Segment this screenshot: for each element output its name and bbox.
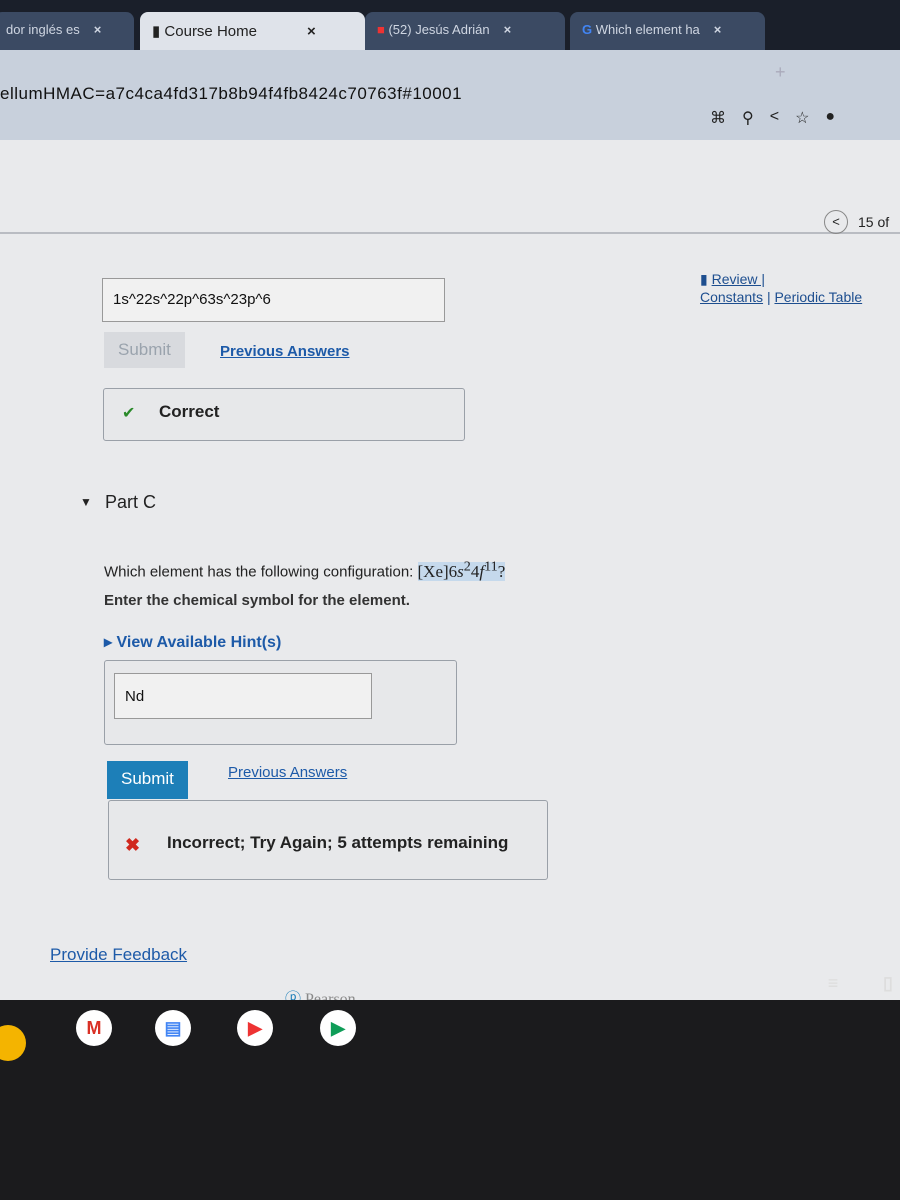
separator: |: [766, 289, 771, 305]
electron-configuration: [Xe]6s24f11?: [417, 558, 506, 581]
constants-link[interactable]: Constants: [700, 289, 763, 305]
close-icon[interactable]: ×: [307, 23, 316, 40]
zoom-out-icon[interactable]: ⚲: [742, 108, 754, 128]
config-e2: 11: [484, 558, 498, 574]
provide-feedback-link[interactable]: Provide Feedback: [50, 945, 187, 965]
star-icon[interactable]: ☆: [795, 108, 809, 128]
tab-label: Course Home: [164, 23, 257, 40]
url-text[interactable]: ellumHMAC=a7c4ca4fd317b8b94f4fb8424c7076…: [0, 84, 462, 104]
x-icon: ✖: [125, 835, 141, 855]
caret-right-icon: ▸: [104, 634, 117, 651]
part-b-feedback-box: ✔ Correct: [103, 388, 465, 441]
close-icon[interactable]: ×: [714, 22, 722, 37]
taskbar: [0, 1000, 900, 1200]
google-icon: G: [582, 22, 596, 37]
hint-label: View Available Hint(s): [116, 634, 282, 651]
config-e1: 2: [463, 558, 471, 574]
part-c-answer-input[interactable]: Nd: [114, 673, 372, 719]
question-text: Which element has the following configur…: [104, 558, 506, 582]
part-c-previous-answers-link[interactable]: Previous Answers: [228, 764, 347, 781]
close-icon[interactable]: ×: [504, 22, 512, 37]
config-s: s: [457, 561, 464, 581]
instruction-text: Enter the chemical symbol for the elemen…: [104, 592, 410, 609]
tab-label: Which element ha: [595, 22, 700, 37]
book-icon: ▮: [700, 271, 712, 287]
config-core: [Xe]: [417, 561, 449, 581]
youtube-app-icon[interactable]: ▶: [237, 1010, 273, 1046]
tab-bar: dor inglés es × ▮ Course Home × ■ (52) Jes…: [0, 0, 900, 50]
tab-dor-ingles[interactable]: dor inglés es ×: [0, 12, 134, 50]
counter-text: 15 of: [858, 214, 890, 230]
book-icon: ▮: [152, 23, 165, 40]
docs-icon[interactable]: ▤: [155, 1010, 191, 1046]
review-link[interactable]: Review |: [712, 271, 765, 287]
extension-icon[interactable]: ●: [825, 108, 835, 128]
part-c-title: Part C: [105, 492, 157, 512]
tab-label: (52) Jesús Adrián: [388, 22, 490, 37]
youtube-icon: ■: [377, 22, 389, 37]
new-tab-button[interactable]: +: [775, 62, 786, 83]
part-c-feedback-box: ✖ Incorrect; Try Again; 5 attempts remai…: [108, 800, 548, 880]
tab-label: dor inglés es: [6, 22, 80, 37]
ime-icon[interactable]: ≡: [815, 965, 851, 1001]
correct-text: Correct: [159, 402, 220, 421]
tab-google[interactable]: G Which element ha ×: [570, 12, 765, 50]
tab-youtube[interactable]: ■ (52) Jesús Adrián ×: [365, 12, 565, 50]
hint-toggle[interactable]: ▸ View Available Hint(s): [104, 632, 281, 652]
checkmark-icon: ✔: [122, 405, 136, 422]
play-store-icon[interactable]: ▶: [320, 1010, 356, 1046]
question-prefix: Which element has the following configur…: [104, 563, 414, 581]
collapse-part-c-icon[interactable]: ▼: [80, 495, 92, 509]
share-icon[interactable]: <: [770, 108, 779, 128]
gmail-icon[interactable]: M: [76, 1010, 112, 1046]
incorrect-text: Incorrect; Try Again; 5 attempts remaini…: [167, 833, 509, 852]
previous-item-button[interactable]: <: [824, 210, 848, 234]
battery-icon[interactable]: ▯: [870, 965, 900, 1001]
divider: [0, 232, 900, 234]
item-counter: <15 of: [824, 210, 889, 234]
config-n1: 6: [448, 561, 458, 581]
question-mark: ?: [497, 561, 506, 581]
resource-links: ▮ Review | Constants | Periodic Table: [700, 270, 862, 306]
part-b-previous-answers-link[interactable]: Previous Answers: [220, 343, 350, 360]
toolbar-icons: ⌘ ⚲ < ☆ ●: [710, 108, 835, 128]
periodic-table-link[interactable]: Periodic Table: [774, 289, 862, 305]
close-icon[interactable]: ×: [94, 22, 102, 37]
tab-course-home[interactable]: ▮ Course Home ×: [140, 12, 365, 50]
part-b-answer-input[interactable]: 1s^22s^22p^63s^23p^6: [102, 278, 445, 322]
part-c-submit-button[interactable]: Submit: [107, 761, 188, 799]
part-b-submit-button[interactable]: Submit: [104, 332, 185, 368]
translate-icon[interactable]: ⌘: [710, 108, 726, 128]
